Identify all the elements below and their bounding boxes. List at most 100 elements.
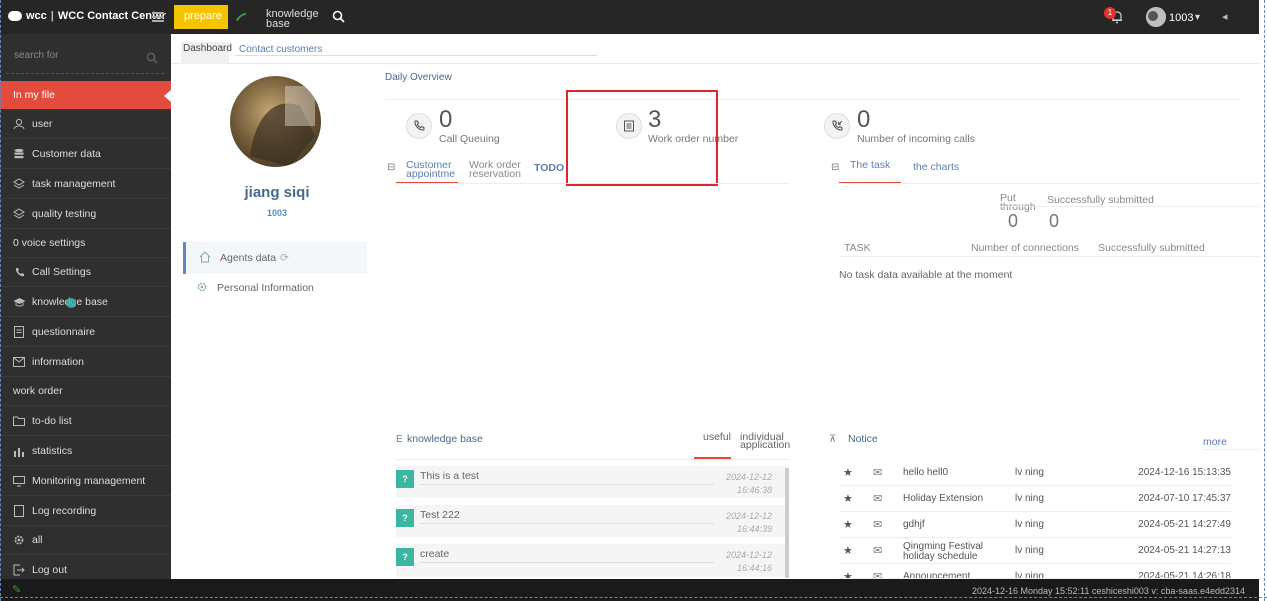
sidebar-item-log-recording[interactable]: Log recording [0,497,171,526]
table-row[interactable]: ★ ✉ Announcement lv ning 2024-05-21 14:2… [839,564,1231,579]
sidebar-item-label: 0 voice settings [13,237,86,249]
phone-icon[interactable] [234,11,248,23]
list-item[interactable]: ? create 2024-12-12 16:44:16 [396,544,786,577]
kb-item-date: 2024-12-12 16:44:39 [726,510,772,536]
kb-item-title[interactable]: create [420,548,714,563]
notice-title-cell[interactable]: gdhjf [903,519,925,530]
tab-dashboard[interactable]: Dashboard [181,42,232,64]
status-text: 2024-12-16 Monday 15:52:11 ceshiceshi003… [971,586,1245,596]
sidebar-item-label: task management [32,178,116,190]
notice-author: lv ning [1015,519,1044,530]
mail-icon: ✉ [873,493,883,505]
sidebar-item-to-do-list[interactable]: to-do list [0,407,171,436]
question-icon: ? [396,470,414,488]
prepare-button[interactable]: prepare [174,5,228,29]
agents-data-label: Agents data [220,252,277,264]
mouse-cursor-indicator [66,298,76,308]
tab-work-order-reservation[interactable]: Work order reservation [469,160,529,180]
notice-title-cell[interactable]: Holiday Extension [903,493,983,504]
star-icon[interactable]: ★ [843,518,853,531]
kb-item-title[interactable]: This is a test [420,470,714,485]
notice-author: lv ning [1015,571,1044,579]
search-icon[interactable] [332,10,345,23]
notice-title-cell[interactable]: hello hell0 [903,467,948,478]
profile-name: jiang siqi [244,184,310,201]
tab-the-task[interactable]: The task [850,160,896,171]
table-row[interactable]: ★ ✉ hello hell0 lv ning 2024-12-16 15:13… [839,460,1231,486]
notice-author: lv ning [1015,467,1044,478]
sidebar-item-monitoring-management[interactable]: Monitoring management [0,467,171,496]
sidebar-item-in-my-file[interactable]: In my file [0,81,171,110]
sidebar-item-questionnaire[interactable]: questionnaire [0,318,171,347]
divider [396,459,790,460]
sidebar-item-task-management[interactable]: task management [0,170,171,199]
search-icon[interactable] [146,52,158,64]
sidebar-item-voice-settings[interactable]: 0 voice settings [0,229,171,258]
profile-id: 1003 [266,208,288,218]
refresh-icon[interactable]: ⟳ [280,252,289,264]
list-item[interactable]: ? This is a test 2024-12-12 16:46:38 [396,466,786,498]
notice-date: 2024-05-21 14:27:49 [1138,519,1231,530]
kb-item-day: 2024-12-12 [725,511,772,521]
user-id[interactable]: 1003 [1169,12,1193,24]
search-input[interactable]: search for [14,50,58,61]
table-row[interactable]: ★ ✉ Holiday Extension lv ning 2024-07-10… [839,486,1231,512]
submitted-column-header: Successfully submitted [1098,242,1205,254]
sidebar-search[interactable]: search for [6,42,164,74]
kb-item-time: 16:44:39 [736,524,772,534]
sidebar-item-label: Monitoring management [32,475,146,487]
sidebar-item-work-order[interactable]: work order [0,377,171,406]
more-link[interactable]: more [1203,436,1227,448]
sidebar-item-information[interactable]: information [0,348,171,377]
chevron-down-icon[interactable]: ▾ [1195,12,1200,23]
successfully-submitted-label: Successfully submitted [1047,194,1154,206]
notice-title-cell[interactable]: Announcement [903,571,970,578]
personal-information-label: Personal Information [217,282,314,294]
frame-border [1264,0,1265,601]
tab-individual-application[interactable]: individual application [740,432,800,451]
collapse-icon[interactable]: ⊟ [387,162,395,173]
frame-border [0,0,1,601]
table-row[interactable]: ★ ✉ Qingming Festival holiday schedule l… [839,538,1231,564]
notice-date: 2024-05-21 14:27:13 [1138,545,1231,556]
star-icon[interactable]: ★ [843,492,853,505]
personal-information-menu[interactable]: Personal Information [183,276,367,300]
sidebar-item-call-settings[interactable]: Call Settings [0,258,171,287]
tab-customer-appointment[interactable]: Customer appointme [406,160,462,180]
sidebar-item-knowledge-base[interactable]: knowledge base [0,288,171,317]
notice-author: lv ning [1015,545,1044,556]
sidebar-item-label: quality testing [32,208,97,220]
question-icon: ? [396,509,414,527]
star-icon[interactable]: ★ [843,466,853,479]
collapse-icon[interactable]: ⊟ [831,162,839,173]
sidebar-item-customer-data[interactable]: Customer data [0,140,171,169]
monitor-icon [12,474,26,488]
tab-useful[interactable]: useful [703,432,733,443]
agents-data-menu[interactable]: Agents data ⟳ [183,242,367,274]
star-icon[interactable]: ★ [843,570,853,578]
exit-icon [12,563,26,577]
sidebar-item-label: statistics [32,445,73,457]
tab-todo[interactable]: TODO [534,162,564,174]
sidebar-item-statistics[interactable]: statistics [0,437,171,466]
collapse-icon[interactable]: ◂ [1222,10,1228,23]
knowledge-base-link[interactable]: knowledge base [266,9,326,30]
scrollbar[interactable] [785,468,789,578]
divider [1203,449,1259,450]
table-row[interactable]: ★ ✉ gdhjf lv ning 2024-05-21 14:27:49 [839,512,1231,538]
avatar[interactable] [1146,7,1166,27]
sidebar-item-all[interactable]: all [0,526,171,555]
notice-title-cell[interactable]: Qingming Festival holiday schedule [903,542,993,562]
top-bar: wcc | WCC Contact Center prepare knowled… [0,0,1259,34]
star-icon[interactable]: ★ [843,544,853,557]
notice-date: 2024-07-10 17:45:37 [1138,493,1231,504]
menu-toggle-icon[interactable] [152,12,164,22]
sidebar-item-quality-testing[interactable]: quality testing [0,200,171,229]
kb-item-title[interactable]: Test 222 [420,509,714,524]
sidebar-item-label: In my file [13,89,56,101]
kb-item-date: 2024-12-12 16:46:38 [726,471,772,497]
tab-contact-customers[interactable]: Contact customers [235,42,597,56]
tab-the-charts[interactable]: the charts [913,161,959,173]
sidebar-item-user[interactable]: user [0,110,171,139]
list-item[interactable]: ? Test 222 2024-12-12 16:44:39 [396,505,786,537]
